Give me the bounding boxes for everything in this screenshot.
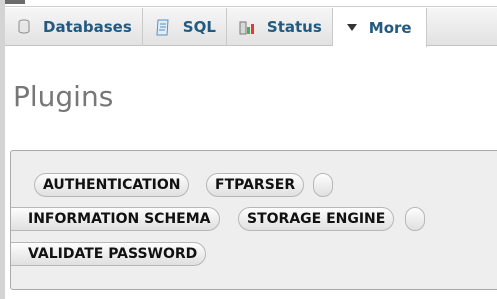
database-icon	[17, 19, 31, 35]
window-stub	[5, 0, 25, 4]
top-strip	[5, 0, 497, 7]
top-tab-bar: Databases SQL Status More	[5, 8, 497, 47]
sql-icon	[155, 19, 171, 36]
tab-sql[interactable]: SQL	[143, 8, 227, 46]
tab-databases[interactable]: Databases	[5, 8, 143, 46]
tab-sql-label: SQL	[182, 18, 216, 36]
page-title: Plugins	[13, 80, 114, 113]
plugin-type-link[interactable]: FTPARSER	[206, 173, 305, 197]
plugin-type-link[interactable]: INFORMATION SCHEMA	[11, 207, 220, 231]
plugin-type-link-partial[interactable]	[313, 173, 333, 197]
plugin-type-link-partial[interactable]	[405, 207, 425, 231]
plugin-types-panel: AUTHENTICATION FTPARSER INFORMATION SCHE…	[10, 150, 497, 290]
tab-more-label: More	[368, 18, 412, 37]
tab-databases-label: Databases	[43, 18, 132, 36]
tab-more[interactable]: More	[332, 8, 427, 47]
tab-status-label: Status	[266, 18, 322, 36]
triangle-down-icon	[346, 23, 357, 32]
plugin-type-link[interactable]: STORAGE ENGINE	[238, 207, 395, 231]
tab-status[interactable]: Status	[227, 8, 333, 46]
plugin-type-link[interactable]: VALIDATE PASSWORD	[11, 242, 207, 266]
status-icon	[239, 19, 255, 35]
plugin-type-link[interactable]: AUTHENTICATION	[34, 173, 190, 197]
